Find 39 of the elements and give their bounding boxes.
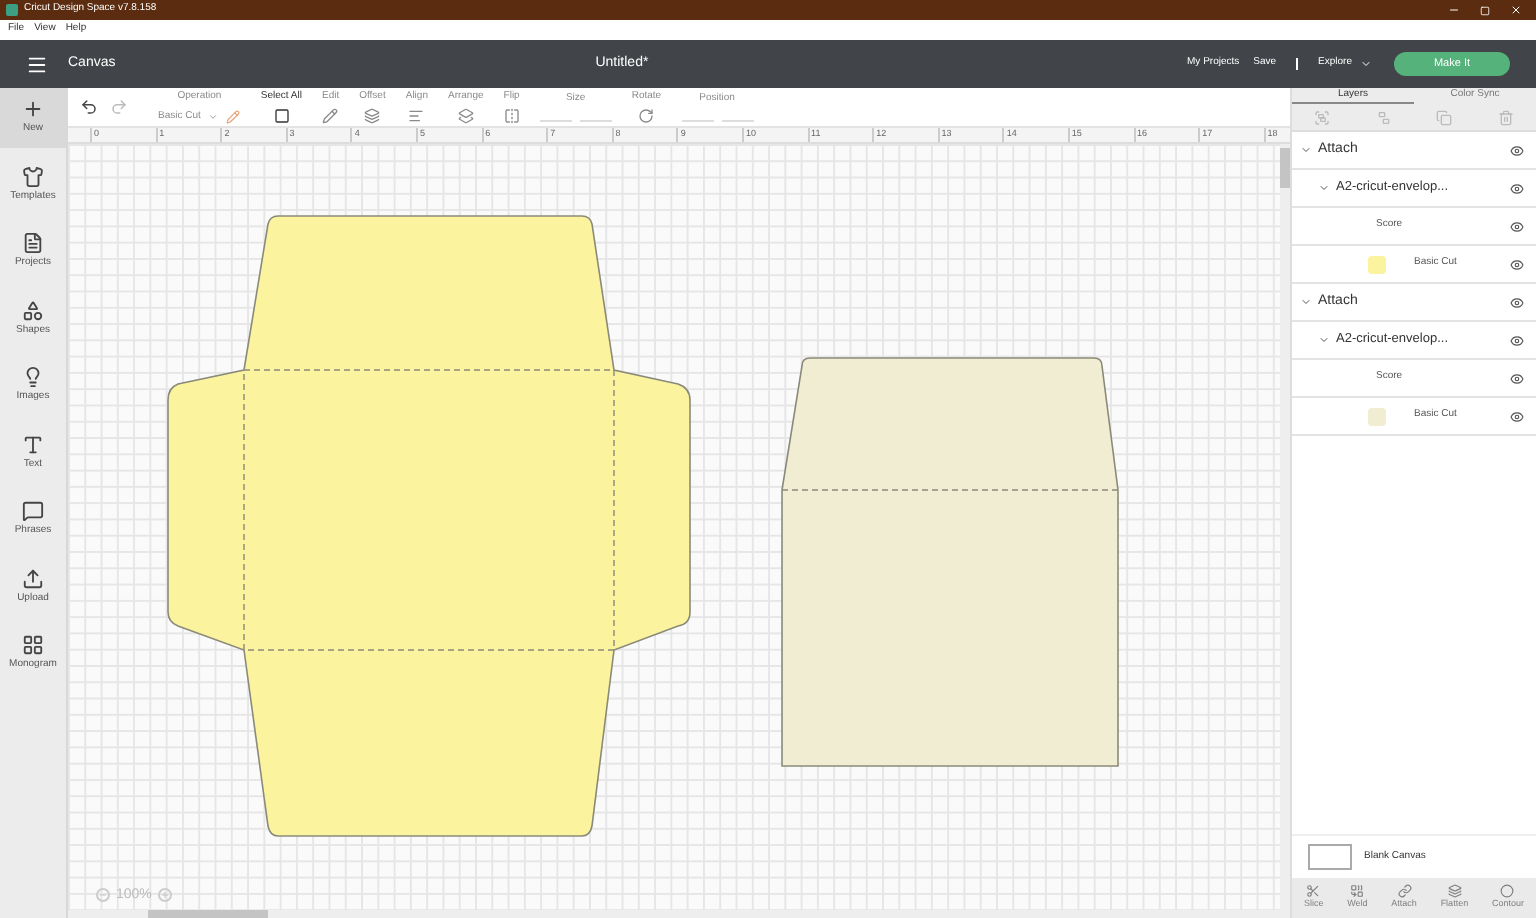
sidebar-item-icon xyxy=(22,165,44,187)
sidebar-item-icon xyxy=(22,500,44,522)
tool-icon xyxy=(638,108,655,125)
maximize-icon[interactable] xyxy=(1480,5,1490,15)
sidebar-item-icon xyxy=(22,299,44,321)
sidebar-item-icon xyxy=(22,567,44,589)
caret-icon xyxy=(208,111,219,122)
eye-icon[interactable] xyxy=(1510,219,1524,233)
close-icon[interactable] xyxy=(1510,4,1522,16)
eye-icon[interactable] xyxy=(1510,333,1524,347)
caret-icon xyxy=(1360,58,1372,70)
action-icon xyxy=(1397,884,1412,899)
eye-icon[interactable] xyxy=(1510,295,1524,309)
eye-icon[interactable] xyxy=(1510,371,1524,385)
tool-icon xyxy=(408,108,425,125)
tool-icon xyxy=(322,108,339,125)
sidebar-item-icon xyxy=(22,433,44,455)
tool-icon xyxy=(364,108,381,125)
menu-icon[interactable] xyxy=(26,53,48,75)
eye-icon[interactable] xyxy=(1510,143,1524,157)
sidebar-item-icon xyxy=(22,98,44,120)
minimize-icon[interactable] xyxy=(1448,4,1460,16)
action-icon xyxy=(1306,884,1321,899)
action-icon xyxy=(1447,884,1462,899)
eye-icon[interactable] xyxy=(1510,181,1524,195)
action-icon xyxy=(1350,884,1365,899)
eye-icon[interactable] xyxy=(1510,257,1524,271)
eye-icon[interactable] xyxy=(1510,409,1524,423)
pen-icon xyxy=(226,109,241,124)
undo-icon[interactable] xyxy=(80,98,98,116)
sidebar-item-icon xyxy=(22,366,44,388)
canvas-thumbnail xyxy=(1308,844,1352,870)
action-icon xyxy=(1500,884,1515,899)
sidebar-item-icon xyxy=(22,232,44,254)
tool-icon xyxy=(273,108,290,125)
app-icon xyxy=(6,4,18,16)
tool-icon xyxy=(457,108,474,125)
tool-icon xyxy=(503,108,520,125)
sidebar-item-icon xyxy=(22,634,44,656)
